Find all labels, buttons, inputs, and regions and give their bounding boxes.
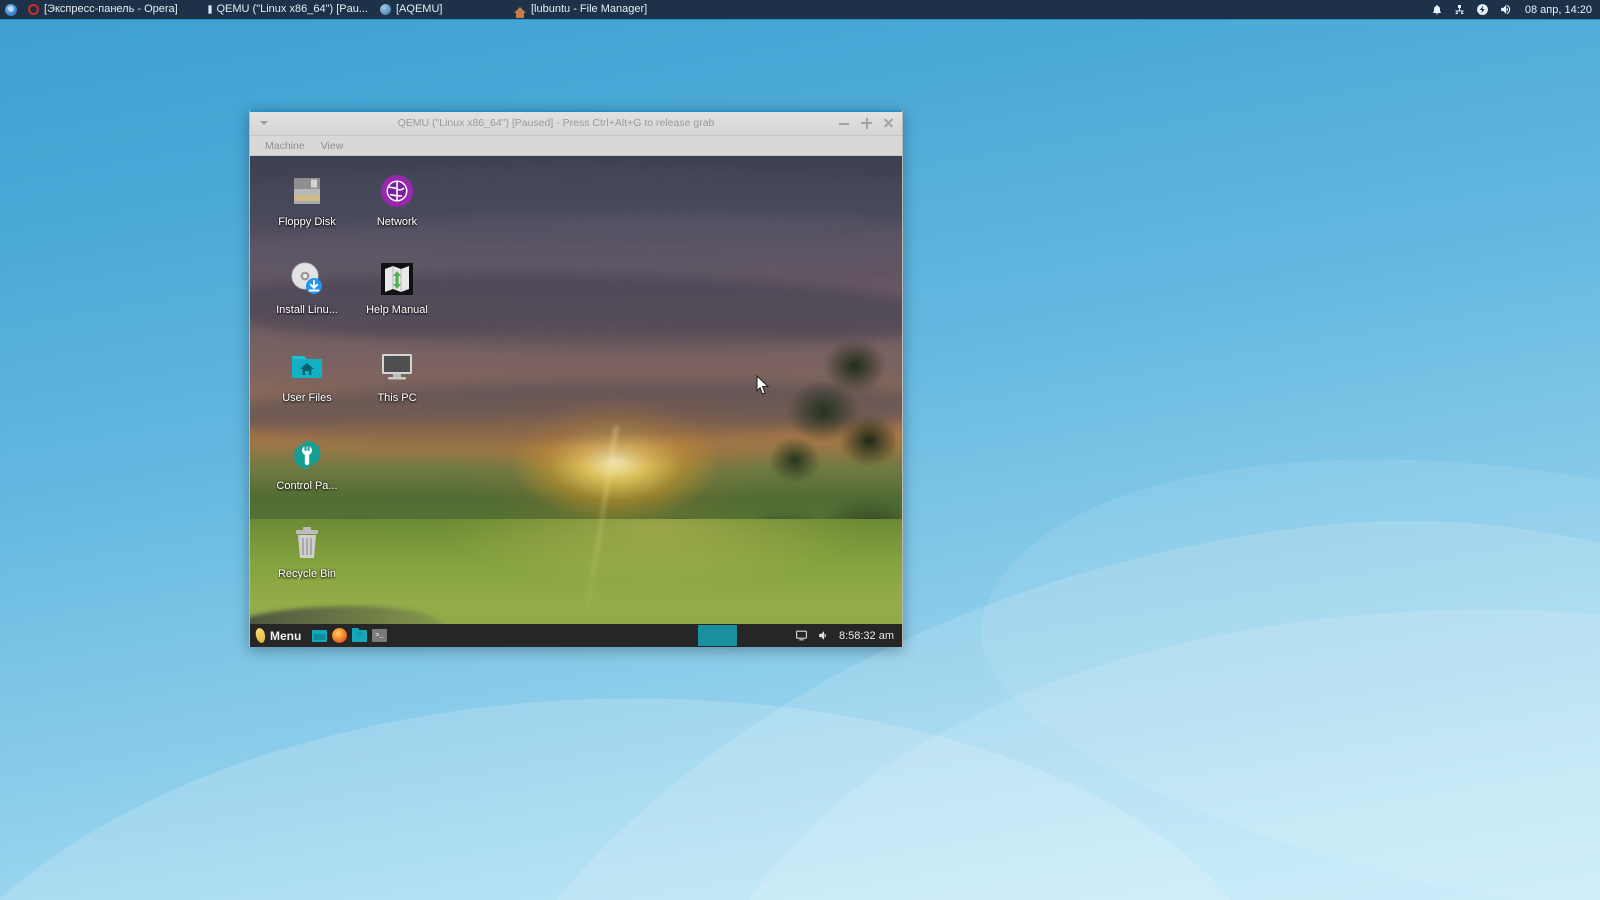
desktop-icon-install-linux[interactable]: Install Linu... <box>262 252 352 340</box>
guest-system-tray: 8:58:32 am <box>795 629 902 643</box>
guest-screen[interactable]: Floppy Disk Network Install Linu... Help… <box>250 156 902 647</box>
desktop-icon-label: Network <box>376 216 418 228</box>
house-icon <box>514 6 526 18</box>
guest-menu-button[interactable]: Menu <box>250 624 309 647</box>
qemu-menubar: Machine View <box>250 136 902 156</box>
host-taskbar: [Экспресс-панель - Opera] QEMU ("Linux x… <box>0 0 1600 20</box>
desktop-icon-label: Install Linu... <box>276 304 338 316</box>
monitor-icon <box>208 5 212 14</box>
desktop-icon-label: Floppy Disk <box>278 216 336 228</box>
control-panel-wrench-icon <box>286 434 328 476</box>
window-controls <box>839 116 902 130</box>
launcher-firefox[interactable] <box>329 624 349 647</box>
menu-machine[interactable]: Machine <box>258 138 312 154</box>
desktop-icon-label: Control Pa... <box>276 480 338 492</box>
guest-desktop-icons: Floppy Disk Network Install Linu... Help… <box>262 164 442 604</box>
firefox-icon <box>331 628 347 643</box>
taskbar-item-label: QEMU ("Linux x86_64") [Pau... <box>216 3 369 15</box>
taskbar-item-qemu[interactable]: QEMU ("Linux x86_64") [Pau... <box>202 0 374 19</box>
desktop-icon-this-pc[interactable]: This PC <box>352 340 442 428</box>
network-globe-icon <box>376 170 418 212</box>
volume-icon[interactable] <box>817 629 831 643</box>
desktop-icon-recycle-bin[interactable]: Recycle Bin <box>262 516 352 604</box>
maximize-button[interactable] <box>861 116 872 130</box>
launcher-terminal[interactable]: >_ <box>369 624 389 647</box>
taskbar-item-file-manager[interactable]: [lubuntu - File Manager] <box>498 0 690 19</box>
floppy-disk-icon <box>286 170 328 212</box>
help-manual-icon <box>376 258 418 300</box>
lubuntu-logo-icon <box>5 3 17 16</box>
guest-menu-label: Menu <box>270 628 302 643</box>
system-tray: 08 апр, 14:20 <box>1430 3 1600 17</box>
guest-clock[interactable]: 8:58:32 am <box>839 630 898 642</box>
desktop-icon-control-panel[interactable]: Control Pa... <box>262 428 352 516</box>
guest-task-list <box>389 625 795 646</box>
opera-icon <box>28 4 39 15</box>
recycle-bin-icon <box>286 522 328 564</box>
minimize-button[interactable] <box>839 116 850 130</box>
desktop-icon-label: This PC <box>377 392 417 404</box>
qemu-titlebar[interactable]: QEMU ("Linux x86_64") [Paused] - Press C… <box>250 110 902 136</box>
aqemu-icon <box>380 4 391 15</box>
taskbar-item-aqemu[interactable]: [AQEMU] <box>374 0 498 19</box>
desktop-icon-network[interactable]: Network <box>352 164 442 252</box>
network-icon[interactable] <box>1453 3 1467 17</box>
launcher-show-desktop[interactable] <box>309 624 329 647</box>
terminal-icon: >_ <box>371 629 387 642</box>
window-icon <box>311 629 327 642</box>
bell-icon[interactable] <box>1430 3 1444 17</box>
desktop-icon-label: Help Manual <box>366 304 428 316</box>
guest-taskbar: Menu >_ <box>250 624 902 647</box>
desktop-icon-label: Recycle Bin <box>277 568 337 580</box>
desktop-icon-label: User Files <box>282 392 332 404</box>
display-icon[interactable] <box>795 629 809 643</box>
home-folder-icon <box>286 346 328 388</box>
desktop-icon-user-files[interactable]: User Files <box>262 340 352 428</box>
host-taskbar-left: [Экспресс-панель - Opera] QEMU ("Linux x… <box>0 0 690 19</box>
wallpaper-wave-3 <box>0 663 1294 900</box>
host-clock[interactable]: 08 апр, 14:20 <box>1522 4 1592 16</box>
volume-icon[interactable] <box>1499 3 1513 17</box>
taskbar-item-label: [AQEMU] <box>396 3 443 15</box>
window-title: QEMU ("Linux x86_64") [Paused] - Press C… <box>397 117 715 129</box>
start-menu-button[interactable] <box>0 0 22 19</box>
computer-monitor-icon <box>376 346 418 388</box>
wallpaper-wave-4 <box>949 369 1600 900</box>
install-disc-icon <box>286 258 328 300</box>
menu-view[interactable]: View <box>314 138 351 154</box>
chevron-down-icon[interactable] <box>255 111 273 135</box>
lubuntu-menu-icon <box>254 627 267 644</box>
taskbar-item-opera[interactable]: [Экспресс-панель - Opera] <box>22 0 202 19</box>
taskbar-item-label: [lubuntu - File Manager] <box>531 3 648 15</box>
taskbar-item-label: [Экспресс-панель - Opera] <box>44 3 178 15</box>
launcher-file-manager[interactable] <box>349 624 369 647</box>
home-folder-icon <box>351 627 367 642</box>
close-button[interactable] <box>883 116 894 130</box>
desktop-icon-floppy-disk[interactable]: Floppy Disk <box>262 164 352 252</box>
foreground-tree <box>752 322 896 520</box>
qemu-window[interactable]: QEMU ("Linux x86_64") [Paused] - Press C… <box>249 110 903 647</box>
power-icon[interactable] <box>1476 3 1490 17</box>
desktop-icon-help-manual[interactable]: Help Manual <box>352 252 442 340</box>
guest-task-button[interactable] <box>697 625 737 646</box>
